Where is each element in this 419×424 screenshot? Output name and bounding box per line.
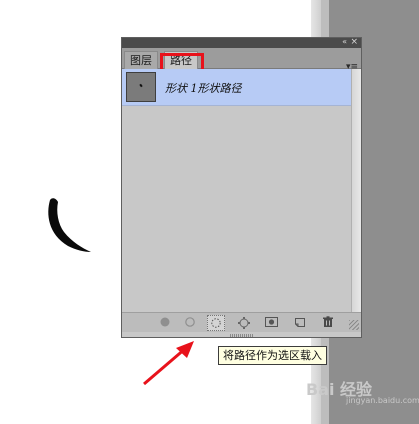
resize-grip[interactable]	[349, 320, 359, 330]
delete-path-icon	[323, 316, 333, 327]
tab-paths[interactable]: 路径	[164, 51, 198, 69]
load-selection-icon	[211, 318, 221, 328]
scrollbar[interactable]	[351, 69, 361, 312]
path-row[interactable]: 形状 1形状路径	[122, 69, 351, 106]
tooltip: 将路径作为选区载入	[218, 346, 327, 365]
delete-path-button[interactable]	[319, 315, 337, 331]
watermark-subtext: jingyan.baidu.com	[346, 396, 419, 405]
make-work-path-button[interactable]	[235, 315, 253, 331]
stroke-path-icon	[185, 317, 195, 327]
make-work-path-icon	[238, 317, 250, 329]
watermark: Bai 经验 jingyan.baidu.com	[306, 366, 419, 410]
panel-titlebar[interactable]: « ×	[122, 37, 361, 48]
brush-stroke-shape	[48, 198, 91, 252]
path-thumbnail-mark	[139, 83, 143, 88]
add-mask-icon	[264, 317, 278, 327]
red-arrow-icon	[143, 341, 194, 386]
new-path-button[interactable]	[291, 315, 309, 331]
collapse-icon[interactable]: «	[342, 37, 347, 47]
stroke-path-button[interactable]	[181, 315, 199, 331]
close-icon[interactable]: ×	[350, 37, 358, 47]
path-name: 形状 1形状路径	[165, 82, 242, 95]
new-path-icon	[295, 318, 305, 327]
load-selection-button[interactable]	[207, 315, 225, 331]
path-thumbnail	[126, 72, 156, 102]
fill-path-icon	[160, 317, 170, 327]
panel-drag-handle[interactable]	[230, 334, 254, 337]
panel-tabbar: 图层 路径 ▾≡	[122, 48, 361, 77]
tab-layers[interactable]: 图层	[124, 51, 158, 69]
paths-panel: « × 图层 路径 ▾≡ 形状 1形状路径	[121, 37, 362, 338]
fill-path-button[interactable]	[156, 315, 174, 331]
add-mask-button[interactable]	[262, 315, 280, 331]
panel-bottom-toolbar	[122, 312, 361, 332]
paths-list: 形状 1形状路径	[122, 69, 351, 312]
